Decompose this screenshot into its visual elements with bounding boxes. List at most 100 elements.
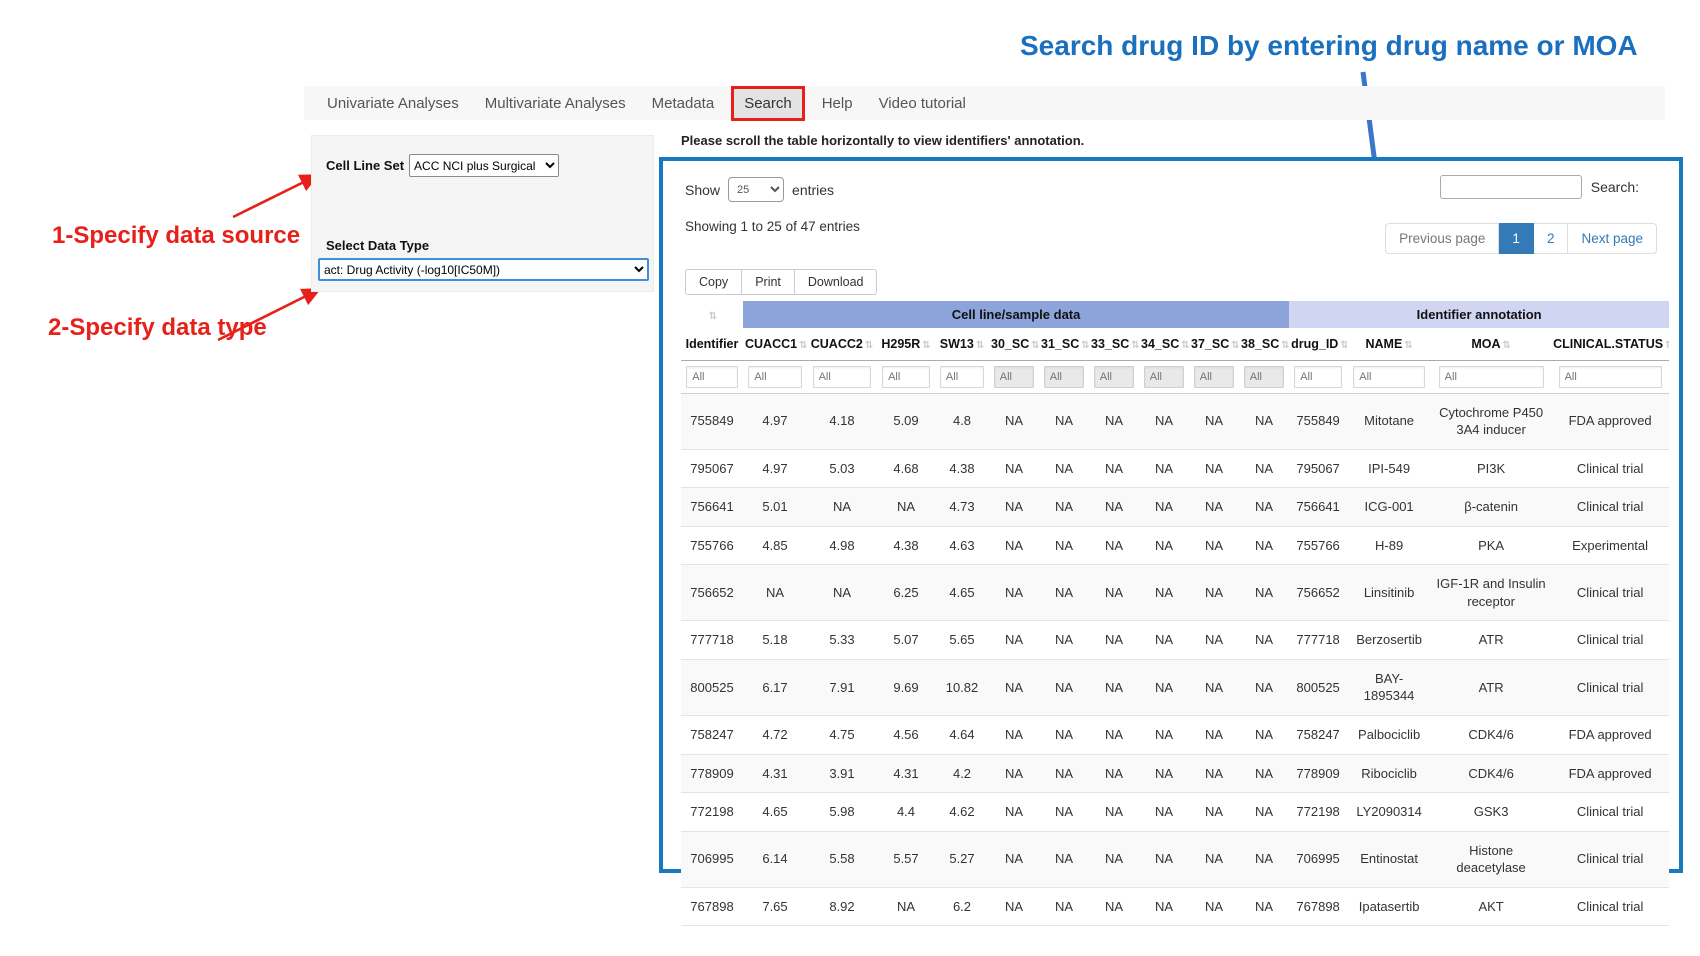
previous-page-button[interactable]: Previous page <box>1385 223 1499 254</box>
cell: 4.56 <box>877 715 935 754</box>
tab-video-tutorial[interactable]: Video tutorial <box>866 95 979 112</box>
sort-icon[interactable]: ⇅ <box>865 340 873 351</box>
column-header[interactable]: 33_SC⇅ <box>1089 328 1139 360</box>
cell: 6.25 <box>877 565 935 621</box>
cell: NA <box>1089 526 1139 565</box>
column-header[interactable]: 37_SC⇅ <box>1189 328 1239 360</box>
column-header[interactable]: H295R⇅ <box>877 328 935 360</box>
cell: NA <box>1039 449 1089 488</box>
cell: NA <box>1039 793 1089 832</box>
cell: NA <box>1189 887 1239 926</box>
sort-icon[interactable]: ⇅ <box>1340 340 1347 351</box>
column-filter-input[interactable] <box>1244 366 1285 388</box>
cell: 767898 <box>681 887 743 926</box>
tab-search[interactable]: Search <box>731 86 805 121</box>
cell: NA <box>1189 715 1239 754</box>
column-filter-input[interactable] <box>1559 366 1662 388</box>
cell: NA <box>989 754 1039 793</box>
sort-icon[interactable]: ⇅ <box>1503 340 1511 351</box>
sort-icon[interactable]: ⇅ <box>1081 340 1089 351</box>
column-filter-input[interactable] <box>1439 366 1544 388</box>
cell: NA <box>989 831 1039 887</box>
tab-help[interactable]: Help <box>809 95 866 112</box>
filter-cell <box>743 360 807 393</box>
cell: NA <box>1139 449 1189 488</box>
table-row: 7069956.145.585.575.27NANANANANANA706995… <box>681 831 1669 887</box>
page-1-button[interactable]: 1 <box>1499 223 1534 254</box>
cell: 3.91 <box>807 754 877 793</box>
cell: NA <box>1039 715 1089 754</box>
column-filter-input[interactable] <box>1194 366 1234 388</box>
cell: 5.01 <box>743 488 807 527</box>
column-filter-input[interactable] <box>994 366 1034 388</box>
column-filter-input[interactable] <box>1094 366 1134 388</box>
cell: 758247 <box>1289 715 1347 754</box>
cell: Clinical trial <box>1551 887 1669 926</box>
column-filter-input[interactable] <box>686 366 738 388</box>
column-header[interactable]: Identifier <box>681 328 743 360</box>
column-filter-input[interactable] <box>882 366 930 388</box>
cell: NA <box>1139 715 1189 754</box>
sort-icon[interactable]: ⇅ <box>1665 340 1669 351</box>
column-header[interactable]: 34_SC⇅ <box>1139 328 1189 360</box>
group-header: Cell line/sample data <box>743 301 1289 328</box>
sort-icon[interactable]: ⇅ <box>1281 340 1289 351</box>
cell-line-set-select[interactable]: ACC NCI plus Surgical <box>409 154 559 177</box>
sort-icon[interactable]: ⇅ <box>922 340 930 351</box>
cell: 706995 <box>681 831 743 887</box>
sort-icon[interactable]: ⇅ <box>1181 340 1189 351</box>
column-header[interactable]: CUACC1⇅ <box>743 328 807 360</box>
cell: NA <box>1039 621 1089 660</box>
column-filter-input[interactable] <box>748 366 801 388</box>
cell: 4.38 <box>877 526 935 565</box>
cell: 4.31 <box>877 754 935 793</box>
entries-per-page-select[interactable]: 25 <box>728 177 784 202</box>
print-button[interactable]: Print <box>742 269 795 295</box>
cell: NA <box>1189 488 1239 527</box>
cell: 6.2 <box>935 887 989 926</box>
cell: 7.91 <box>807 659 877 715</box>
table-row: 7721984.655.984.44.62NANANANANANA772198L… <box>681 793 1669 832</box>
column-header[interactable]: NAME⇅ <box>1347 328 1431 360</box>
data-type-select[interactable]: act: Drug Activity (-log10[IC50M]) <box>318 258 649 281</box>
next-page-button[interactable]: Next page <box>1568 223 1657 254</box>
sort-icon[interactable]: ⇅ <box>1404 340 1412 351</box>
filter-cell <box>1239 360 1289 393</box>
cell: 6.14 <box>743 831 807 887</box>
cell: NA <box>989 887 1039 926</box>
sort-icon[interactable]: ⇅ <box>1031 340 1039 351</box>
copy-button[interactable]: Copy <box>685 269 742 295</box>
cell: ICG-001 <box>1347 488 1431 527</box>
table-row: 7557664.854.984.384.63NANANANANANA755766… <box>681 526 1669 565</box>
tab-multivariate-analyses[interactable]: Multivariate Analyses <box>472 95 639 112</box>
tab-metadata[interactable]: Metadata <box>639 95 728 112</box>
cell: NA <box>1039 526 1089 565</box>
sort-icon[interactable]: ⇅ <box>1231 340 1239 351</box>
sort-icon[interactable]: ⇅ <box>1131 340 1139 351</box>
sort-icon[interactable]: ⇅ <box>976 340 984 351</box>
sort-icon[interactable]: ⇅ <box>799 340 807 351</box>
column-header[interactable]: 30_SC⇅ <box>989 328 1039 360</box>
column-filter-input[interactable] <box>1294 366 1342 388</box>
column-filter-input[interactable] <box>1353 366 1425 388</box>
download-button[interactable]: Download <box>795 269 878 295</box>
column-filter-input[interactable] <box>940 366 984 388</box>
sort-icon[interactable]: ⇅ <box>709 311 717 322</box>
column-header[interactable]: SW13⇅ <box>935 328 989 360</box>
filter-cell <box>989 360 1039 393</box>
cell: 10.82 <box>935 659 989 715</box>
tab-univariate-analyses[interactable]: Univariate Analyses <box>314 95 472 112</box>
column-header[interactable]: drug_ID⇅ <box>1289 328 1347 360</box>
table-row: 7678987.658.92NA6.2NANANANANANA767898Ipa… <box>681 887 1669 926</box>
column-header[interactable]: MOA⇅ <box>1431 328 1551 360</box>
cell: 4.65 <box>935 565 989 621</box>
column-header[interactable]: CUACC2⇅ <box>807 328 877 360</box>
column-header[interactable]: CLINICAL.STATUS⇅ <box>1551 328 1669 360</box>
column-header[interactable]: 31_SC⇅ <box>1039 328 1089 360</box>
page-2-button[interactable]: 2 <box>1534 223 1569 254</box>
column-filter-input[interactable] <box>1144 366 1184 388</box>
column-filter-input[interactable] <box>1044 366 1084 388</box>
column-filter-input[interactable] <box>813 366 872 388</box>
column-header[interactable]: 38_SC⇅ <box>1239 328 1289 360</box>
table-search-input[interactable] <box>1440 175 1582 199</box>
